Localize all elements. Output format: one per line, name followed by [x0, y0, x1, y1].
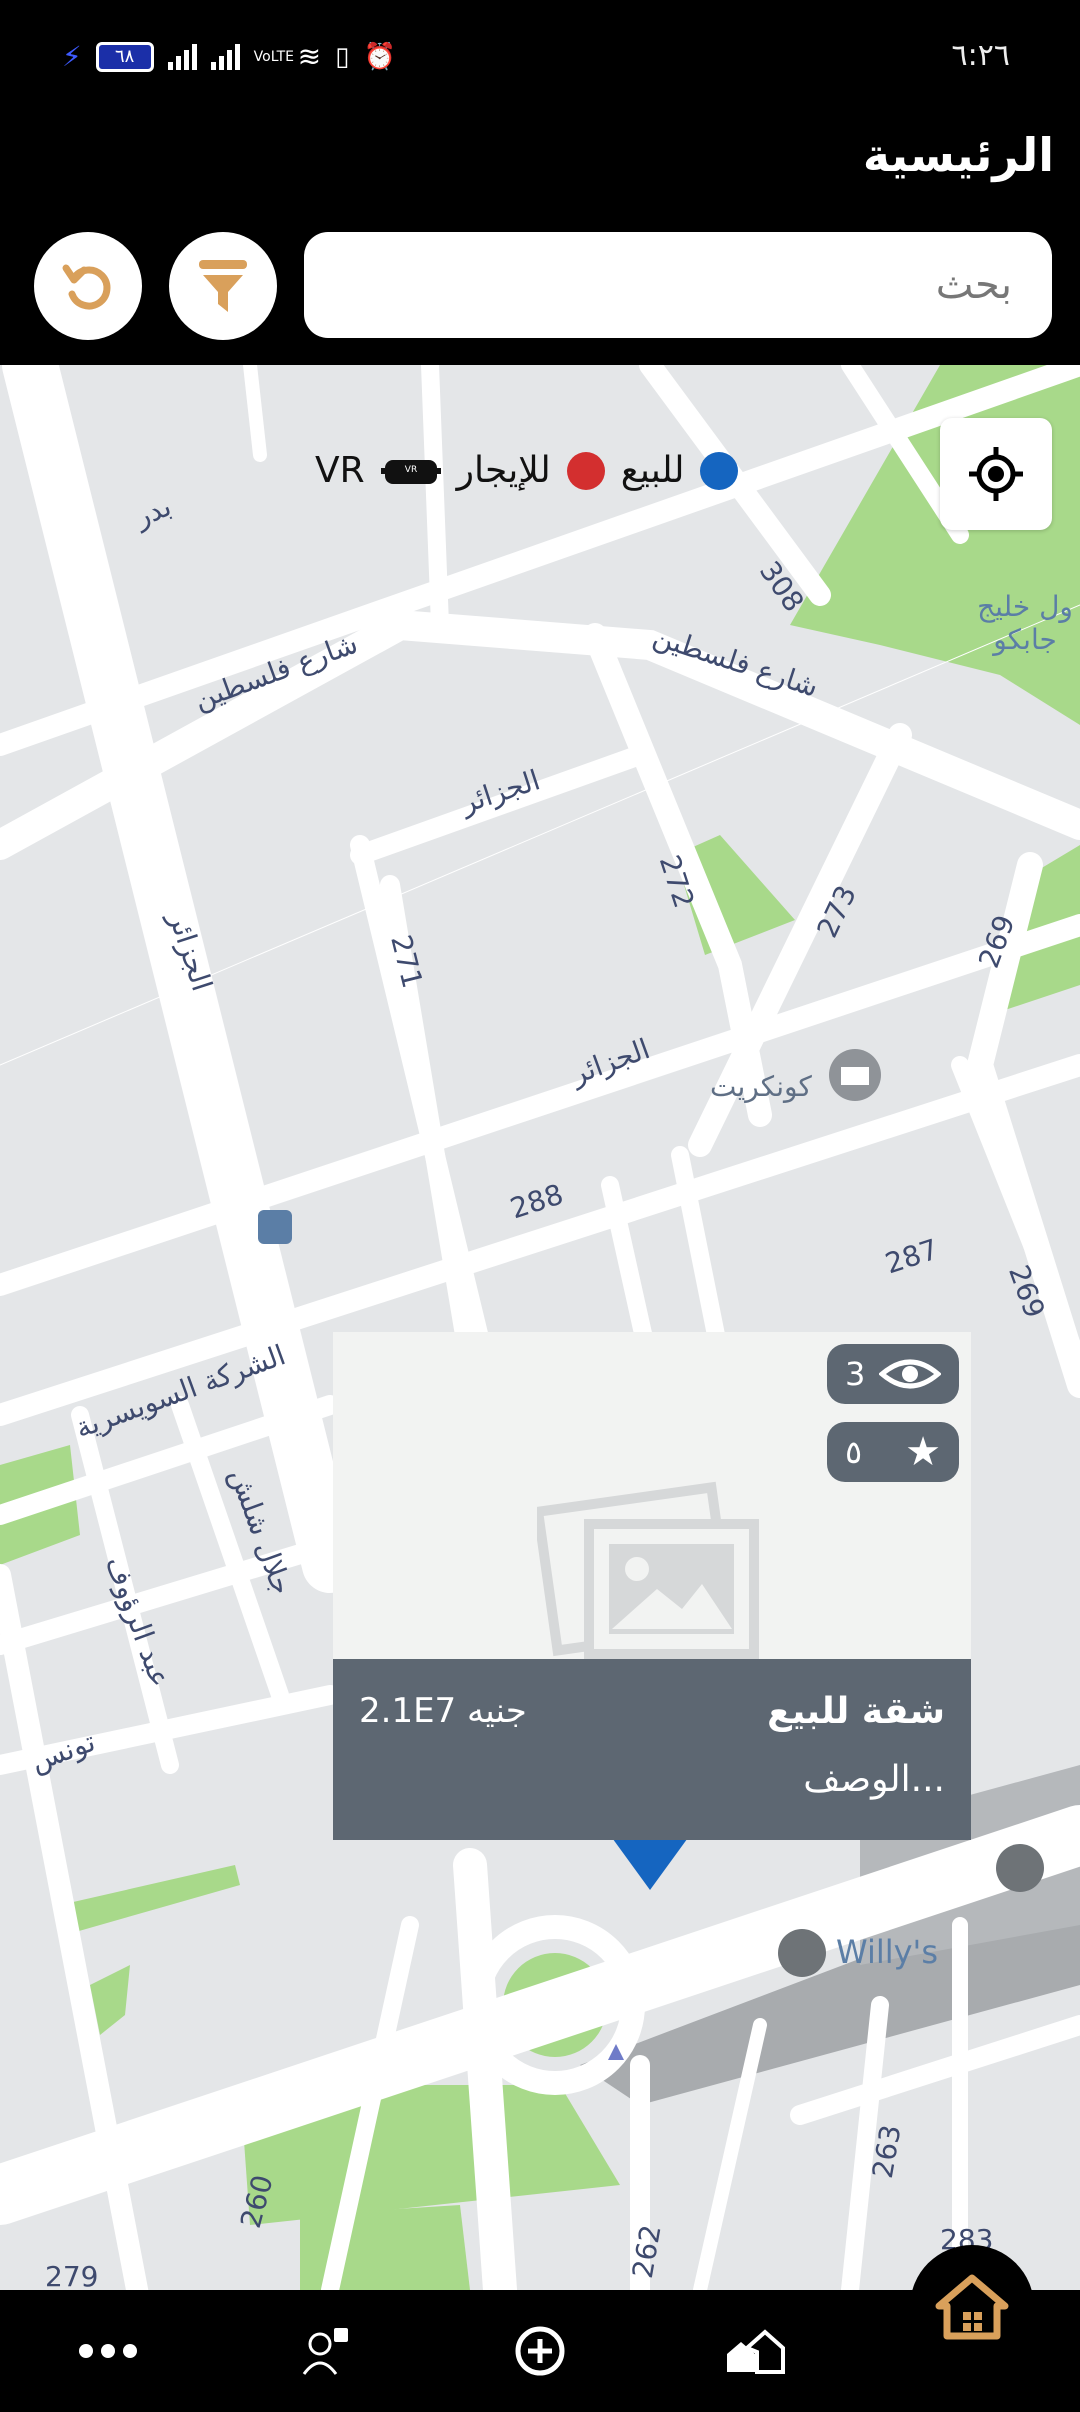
map-legend: للبيع للإيجار VR VR [315, 450, 739, 491]
legend-for-rent: للإيجار [457, 450, 605, 491]
properties-icon [727, 2329, 785, 2374]
nav-properties[interactable] [695, 2290, 815, 2412]
rent-dot-icon [566, 451, 605, 490]
legend-sale-label: للبيع [620, 450, 685, 491]
nav-home[interactable] [910, 2245, 1034, 2369]
nav-agent[interactable] [265, 2290, 385, 2412]
wifi-icon: ≋ [297, 40, 322, 73]
map-view[interactable]: شارع فلسطين شارع فلسطين الجزائر الجزائر … [0, 365, 1080, 2290]
status-time: ٦:٢٦ [951, 38, 1010, 73]
home-icon [935, 2274, 1009, 2340]
refresh-button[interactable] [34, 232, 142, 340]
filter-icon [199, 260, 247, 312]
sale-dot-icon [700, 451, 739, 490]
rating-value: ٥ [845, 1433, 863, 1471]
eye-icon [879, 1359, 941, 1389]
map-canvas [0, 365, 1080, 2290]
views-count: 3 [845, 1355, 866, 1393]
add-icon [515, 2326, 565, 2376]
listing-info: شقة للبيع 2.1E7 جنيه الوصف... [333, 1659, 971, 1840]
agent-icon [302, 2328, 348, 2375]
legend-for-sale: للبيع [621, 450, 739, 491]
status-bar: ⚡ ٦٨ VoLTE ≋ ▯ ⏰ ٦:٢٦ [0, 0, 1080, 125]
more-icon [79, 2344, 137, 2358]
alarm-icon: ⏰ [363, 41, 396, 72]
charging-icon: ⚡ [62, 40, 82, 73]
search-bar[interactable] [304, 232, 1052, 338]
search-input[interactable] [304, 232, 1052, 338]
svg-text:VR: VR [404, 465, 416, 475]
signal-icon [167, 43, 197, 70]
legend-vr: VR VR [315, 450, 441, 491]
map-label: ول خليج جابكو [977, 590, 1073, 656]
star-icon: ★ [905, 1429, 941, 1475]
listing-title: شقة للبيع [767, 1691, 945, 1732]
listing-description: الوصف... [803, 1759, 945, 1800]
my-location-button[interactable] [940, 418, 1052, 530]
listing-price: 2.1E7 جنيه [359, 1691, 527, 1731]
map-label: Willy's [836, 1933, 939, 1971]
vibrate-icon: ▯ [335, 41, 350, 72]
legend-vr-label: VR [315, 450, 365, 491]
map-label: 279 [45, 2260, 99, 2290]
vr-headset-icon: VR [380, 459, 441, 484]
map-label: كونكريت [710, 1070, 812, 1103]
filter-button[interactable] [169, 232, 277, 340]
crosshair-icon [969, 447, 1023, 501]
views-badge: 3 [827, 1344, 959, 1404]
legend-rent-label: للإيجار [456, 450, 551, 491]
nav-more[interactable] [48, 2290, 168, 2412]
refresh-icon [62, 264, 111, 310]
listing-card[interactable]: 3 ٥ ★ شقة للبيع 2.1E7 جنيه الوصف... [333, 1332, 971, 1840]
rating-badge: ٥ ★ [827, 1422, 959, 1482]
battery-indicator: ٦٨ [95, 41, 154, 72]
nav-add[interactable] [480, 2290, 600, 2412]
signal-icon-2 [210, 43, 240, 70]
page-title: الرئيسية [862, 128, 1054, 182]
status-icons: ⚡ ٦٨ VoLTE ≋ ▯ ⏰ [62, 40, 396, 73]
image-placeholder-icon [537, 1481, 759, 1659]
volte-icon: VoLTE [253, 48, 294, 65]
